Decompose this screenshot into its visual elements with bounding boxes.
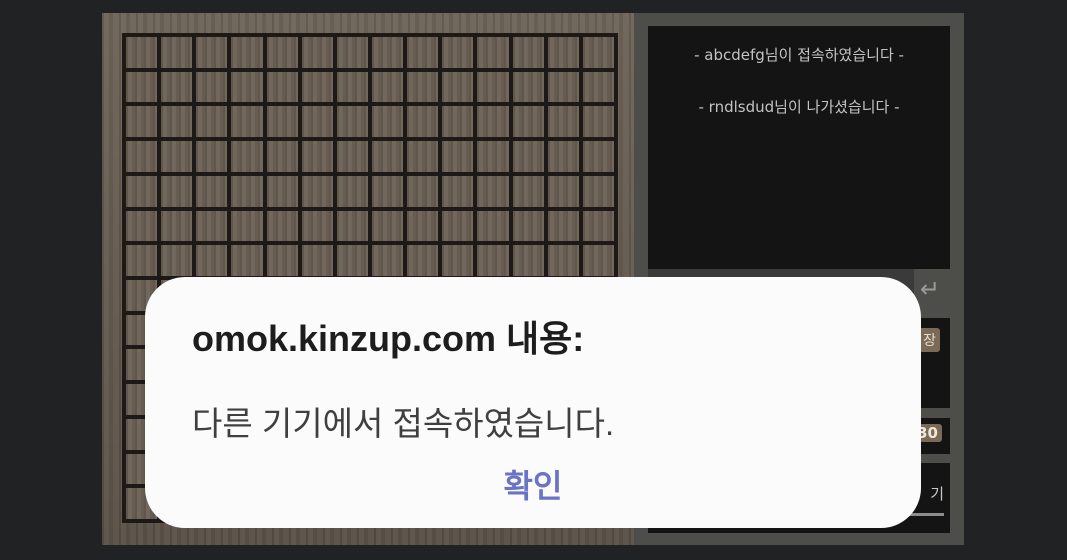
dialog-title: omok.kinzup.com 내용: xyxy=(192,318,585,359)
dialog-message: 다른 기기에서 접속하였습니다. xyxy=(192,405,615,442)
modal-overlay: omok.kinzup.com 내용: 다른 기기에서 접속하였습니다. 확인 xyxy=(0,0,1067,560)
ok-button[interactable]: 확인 xyxy=(475,464,591,508)
alert-dialog: omok.kinzup.com 내용: 다른 기기에서 접속하였습니다. 확인 xyxy=(145,277,921,528)
